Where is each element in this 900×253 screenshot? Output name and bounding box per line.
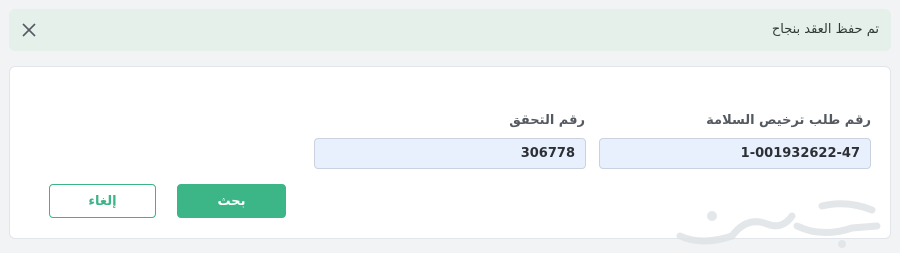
- close-icon[interactable]: [21, 22, 37, 38]
- alert-message: تم حفظ العقد بنجاح: [771, 22, 879, 37]
- haraj-logo-watermark-icon: [676, 200, 881, 248]
- verification-input[interactable]: [314, 138, 586, 169]
- verification-label: رقم التحقق: [509, 113, 585, 128]
- search-button[interactable]: بحث: [177, 184, 286, 218]
- success-alert: تم حفظ العقد بنجاح: [9, 9, 891, 51]
- safety-permit-input[interactable]: [599, 138, 871, 169]
- cancel-button[interactable]: إلغاء: [49, 184, 156, 218]
- safety-permit-label: رقم طلب ترخيص السلامة: [706, 113, 871, 128]
